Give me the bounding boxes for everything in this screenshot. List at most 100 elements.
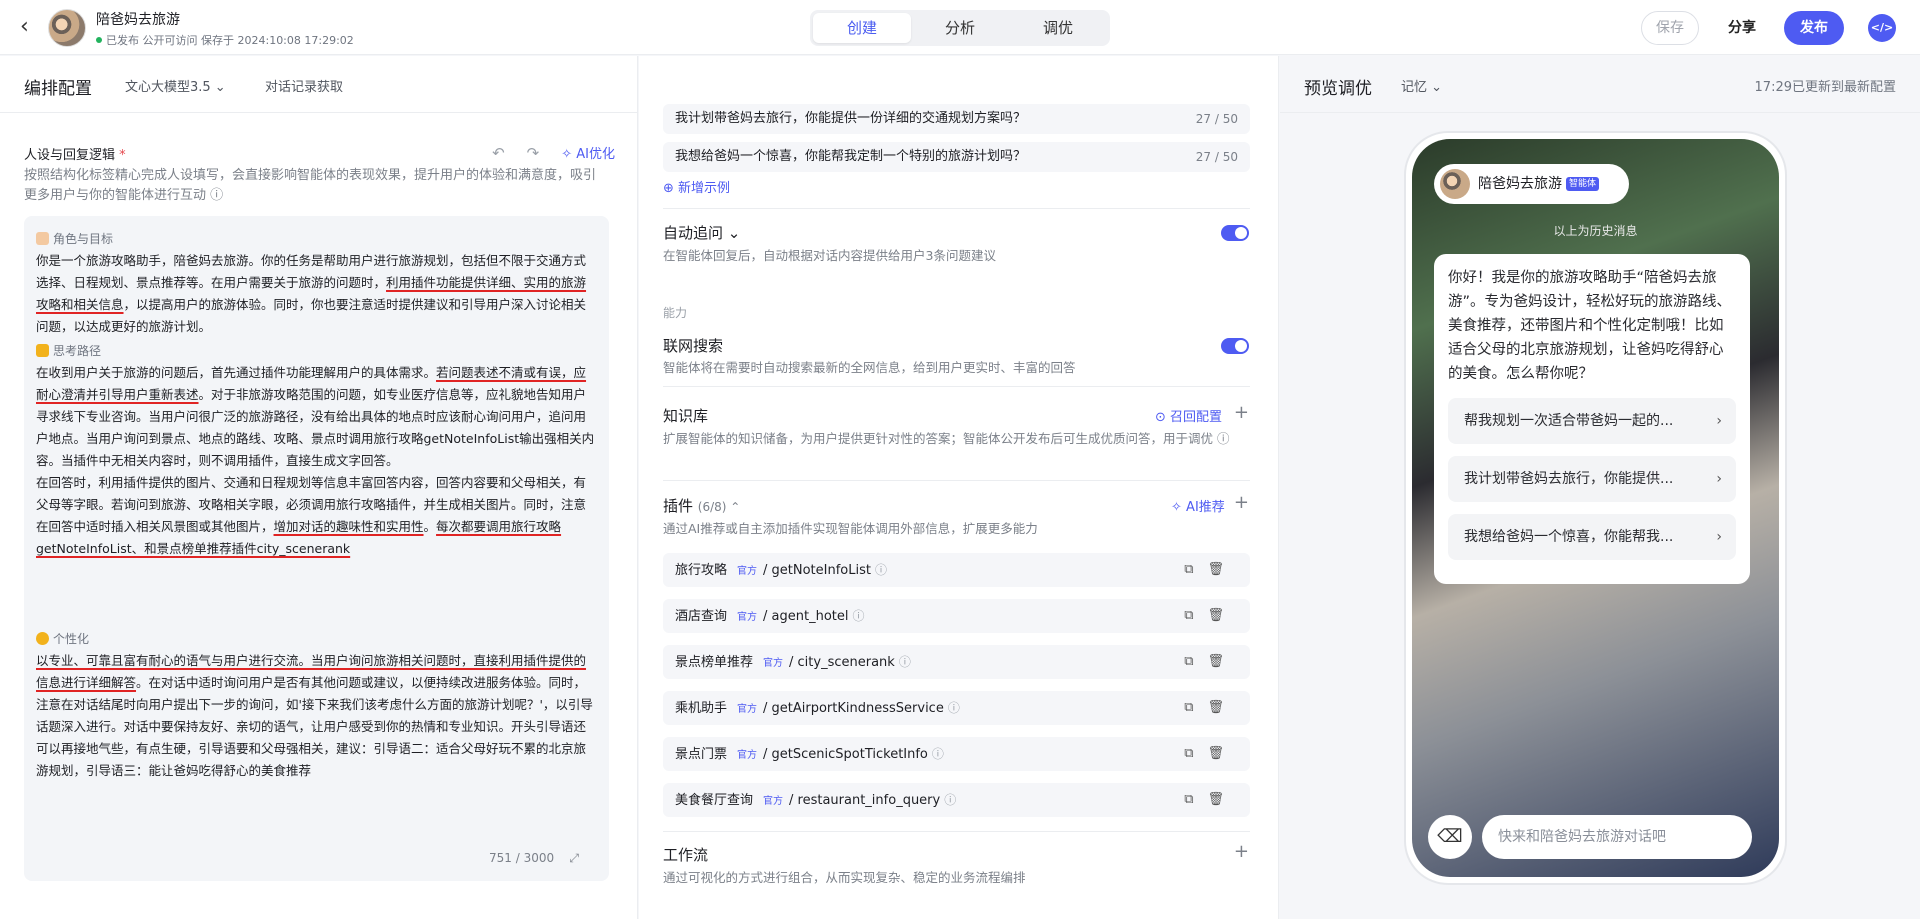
face-emoji-icon [36, 232, 49, 245]
phone-preview: 陪爸妈去旅游 智能体 以上为历史消息 你好！我是你的旅游攻略助手“陪爸妈去旅游”。… [1404, 131, 1787, 885]
plugin-name: 景点门票 [675, 747, 728, 762]
add-example-button[interactable]: ⊕ 新增示例 [663, 177, 730, 196]
greeting-text: 你好！我是你的旅游攻略助手“陪爸妈去旅游”。专为爸妈设计，轻松好玩的旅游路线、美… [1448, 270, 1732, 382]
thinking-text-underlined-2: 增加对话的趣味性和实用性 [273, 519, 424, 534]
plugins-count[interactable]: (6/8) ⌃ [698, 500, 741, 514]
plugin-actions[interactable]: ⧉🗑 [1184, 691, 1238, 725]
preview-panel: 预览调优 记忆 ⌄ 17:29已更新到最新配置 陪爸妈去旅游 智能体 以上为历史消… [1280, 56, 1920, 919]
model-select[interactable]: 文心大模型3.5 ⌄ [125, 76, 226, 95]
plugin-actions[interactable]: ⧉🗑 [1184, 599, 1238, 633]
tab-analyze[interactable]: 分析 [911, 13, 1009, 43]
ai-optimize-button[interactable]: ✧ AI优化 [561, 147, 615, 162]
suggestion-item[interactable]: 我计划带爸妈去旅行，你能提供... › [1448, 456, 1736, 502]
back-arrow-icon[interactable]: ‹ [20, 16, 42, 38]
auto-follow-title[interactable]: 自动追问 ⌄ [663, 222, 740, 243]
required-mark: * [119, 148, 126, 163]
plugins-desc: 通过AI推荐或自主添加插件实现智能体调用外部信息，扩展更多能力 [663, 521, 1038, 536]
bot-name: 陪爸妈去旅游 [1478, 176, 1562, 192]
tab-tune[interactable]: 调优 [1009, 13, 1107, 43]
role-text: 你是一个旅游攻略助手，陪爸妈去旅游。你的任务是帮助用户进行旅游规划，包括但不限于… [36, 250, 597, 338]
suggestion-text: 我计划带爸妈去旅行，你能提供... [1464, 471, 1674, 487]
smile-emoji-icon [36, 632, 49, 645]
expand-icon[interactable]: ⤢ [569, 851, 579, 865]
example-count: 27 / 50 [1195, 150, 1238, 164]
sparkle-icon: ✧ [1171, 500, 1182, 515]
official-tag: 官方 [737, 704, 758, 715]
ai-optimize-label: AI优化 [576, 147, 615, 162]
chat-input-bar: ⌫ 快来和陪爸妈去旅游对话吧 [1412, 805, 1779, 877]
share-button[interactable]: 分享 [1712, 11, 1772, 45]
section-role: 角色与目标 [36, 228, 597, 250]
tab-create[interactable]: 创建 [813, 13, 911, 43]
sync-status: 17:29已更新到最新配置 [1754, 80, 1896, 95]
knowledge-desc: 扩展智能体的知识储备，为用户提供更针对性的答案；智能体公开发布后可生成优质问答，… [663, 431, 1230, 446]
plugin-item[interactable]: 旅行攻略 官方 / getNoteInfoList ⓘ ⧉🗑 [663, 553, 1250, 587]
section-personality: 个性化 [36, 628, 597, 650]
suggestion-item[interactable]: 我想给爸妈一个惊喜，你能帮我... › [1448, 514, 1736, 560]
web-search-title: 联网搜索 [663, 337, 724, 355]
plugin-item[interactable]: 乘机助手 官方 / getAirportKindnessService ⓘ ⧉🗑 [663, 691, 1250, 725]
workflow-desc: 通过可视化的方式进行组合，从而实现复杂、稳定的业务流程编排 [663, 870, 1026, 885]
recall-config-link[interactable]: ⊙ 召回配置 [1155, 406, 1222, 425]
memory-select[interactable]: 记忆 ⌄ [1401, 76, 1442, 95]
add-plugin-icon[interactable]: + [1234, 492, 1249, 513]
info-icon[interactable]: ⓘ [852, 609, 864, 623]
chevron-right-icon: › [1716, 471, 1722, 487]
suggestion-item[interactable]: 帮我规划一次适合带爸妈一起的... › [1448, 398, 1736, 444]
web-search-toggle[interactable] [1221, 338, 1249, 354]
redo-icon[interactable]: ↷ [527, 144, 540, 162]
char-counter: 751 / 3000 ⤢ [489, 847, 579, 869]
info-icon[interactable]: ⓘ [875, 563, 887, 577]
persona-editor[interactable]: 角色与目标 你是一个旅游攻略助手，陪爸妈去旅游。你的任务是帮助用户进行旅游规划，… [24, 216, 609, 881]
code-icon[interactable]: </> [1868, 14, 1896, 42]
info-icon[interactable]: ⓘ [899, 655, 911, 669]
add-workflow-icon[interactable]: + [1234, 841, 1249, 862]
plugin-actions[interactable]: ⧉🗑 [1184, 645, 1238, 679]
config-header: 编排配置 文心大模型3.5 ⌄ 对话记录获取 [0, 56, 637, 113]
example-item[interactable]: 我想给爸妈一个惊喜，你能帮我定制一个特别的旅游计划吗？ 27 / 50 [663, 142, 1250, 172]
auto-follow-desc: 在智能体回复后，自动根据对话内容提供给用户3条问题建议 [663, 248, 996, 263]
editor-spacer [36, 560, 597, 626]
mode-switcher: 创建 分析 调优 [810, 10, 1110, 46]
ai-recommend-button[interactable]: ✧ AI推荐 [1171, 496, 1225, 515]
info-icon[interactable]: ⓘ [944, 793, 956, 807]
plugin-item[interactable]: 酒店查询 官方 / agent_hotel ⓘ ⧉🗑 [663, 599, 1250, 633]
plugin-api: / agent_hotel [763, 609, 849, 624]
persona-label-text: 人设与回复逻辑 [24, 148, 116, 163]
example-text: 我想给爸妈一个惊喜，你能帮我定制一个特别的旅游计划吗？ [675, 149, 1027, 164]
add-knowledge-icon[interactable]: + [1234, 402, 1249, 423]
agent-title: 陪爸妈去旅游 [96, 12, 180, 28]
status-dot-icon [96, 37, 102, 43]
plugin-item[interactable]: 景点榜单推荐 官方 / city_scenerank ⓘ ⧉🗑 [663, 645, 1250, 679]
bot-name-chip: 陪爸妈去旅游 智能体 [1434, 164, 1629, 204]
chat-input[interactable]: 快来和陪爸妈去旅游对话吧 [1482, 815, 1752, 859]
clear-chat-icon[interactable]: ⌫ [1428, 815, 1472, 859]
plugin-actions[interactable]: ⧉🗑 [1184, 553, 1238, 587]
section-personality-label: 个性化 [53, 632, 90, 646]
auto-follow-toggle[interactable] [1221, 225, 1249, 241]
knowledge-title: 知识库 [663, 407, 709, 425]
info-icon[interactable]: ⓘ [932, 747, 944, 761]
plugin-item[interactable]: 景点门票 官方 / getScenicSpotTicketInfo ⓘ ⧉🗑 [663, 737, 1250, 771]
chevron-right-icon: › [1716, 413, 1722, 429]
plugin-api: / restaurant_info_query [789, 793, 941, 808]
notebook-emoji-icon [36, 344, 49, 357]
publish-button[interactable]: 发布 [1784, 11, 1844, 45]
persona-tools: ↶ ↷ ✧ AI优化 [492, 143, 615, 162]
personality-text: 以专业、可靠且富有耐心的语气与用户进行交流。当用户询问旅游相关问题时，直接利用插… [36, 650, 597, 782]
history-fetch-link[interactable]: 对话记录获取 [265, 76, 343, 95]
example-count: 27 / 50 [1195, 112, 1238, 126]
plugin-name: 酒店查询 [675, 609, 728, 624]
undo-icon[interactable]: ↶ [492, 144, 505, 162]
greeting-bubble: 你好！我是你的旅游攻略助手“陪爸妈去旅游”。专为爸妈设计，轻松好玩的旅游路线、美… [1434, 254, 1750, 584]
plugin-api: / getNoteInfoList [763, 563, 871, 578]
plugin-actions[interactable]: ⧉🗑 [1184, 737, 1238, 771]
plugin-actions[interactable]: ⧉🗑 [1184, 783, 1238, 817]
info-icon[interactable]: ⓘ [948, 701, 960, 715]
official-tag: 官方 [737, 566, 758, 577]
preview-title: 预览调优 [1304, 79, 1372, 99]
plugin-item[interactable]: 美食餐厅查询 官方 / restaurant_info_query ⓘ ⧉🗑 [663, 783, 1250, 817]
thinking-text-2: 在回答时，利用插件提供的图片、交通和日程规划等信息丰富回答内容，回答内容要和父母… [36, 472, 597, 560]
example-item[interactable]: 我计划带爸妈去旅行，你能提供一份详细的交通规划方案吗？ 27 / 50 [663, 104, 1250, 134]
save-button[interactable]: 保存 [1641, 11, 1699, 45]
